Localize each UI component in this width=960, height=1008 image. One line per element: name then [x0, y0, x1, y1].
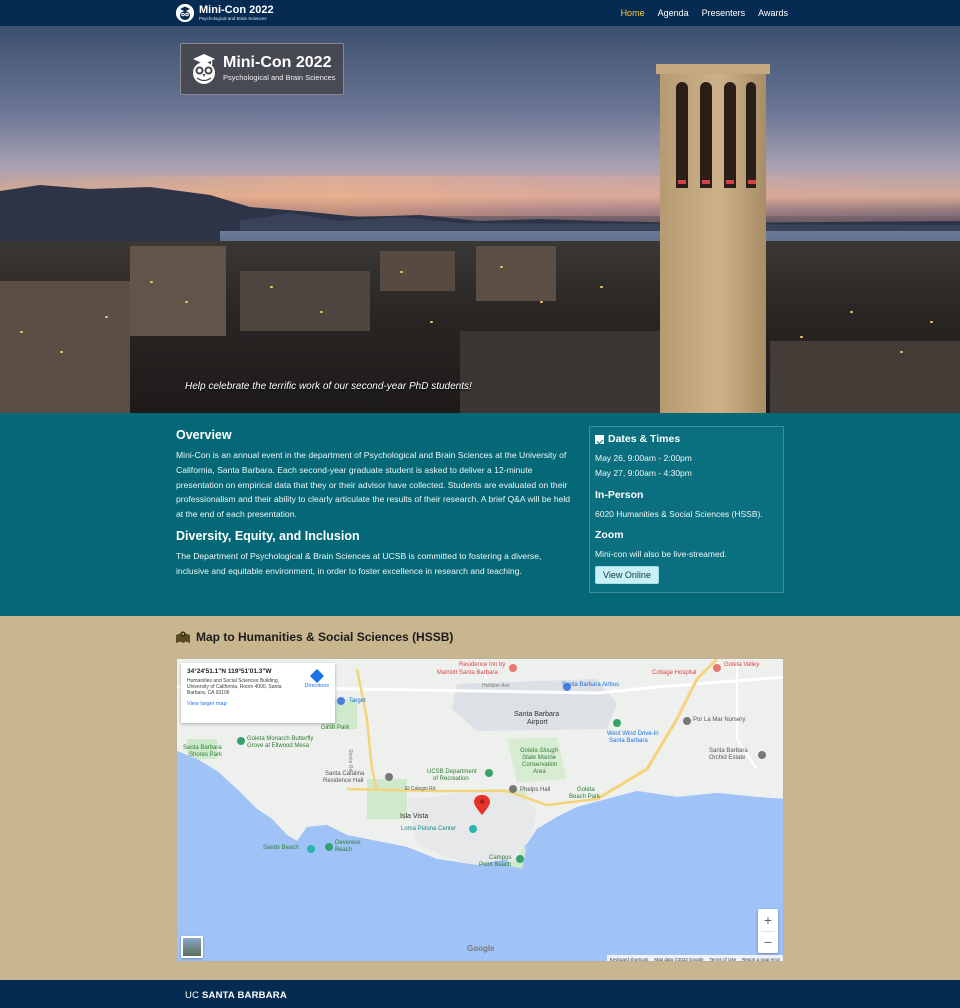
map-label: Devereux — [335, 840, 361, 846]
hero-logo: Mini-Con 2022 Psychological and Brain Sc… — [180, 43, 344, 95]
navbar-brand[interactable]: Mini-Con 2022 Psychological and Brain Sc… — [176, 3, 274, 23]
nav-link-awards[interactable]: Awards — [758, 8, 788, 18]
map-label: West Wind Drive-In — [607, 731, 659, 737]
hero-caption: Help celebrate the terrific work of our … — [185, 381, 472, 392]
nav-link-presenters[interactable]: Presenters — [702, 8, 746, 18]
map-label: Isla Vista — [400, 813, 429, 820]
report-error-link[interactable]: Report a map error — [742, 957, 780, 962]
overview-heading: Overview — [176, 428, 232, 442]
keyboard-shortcuts-link[interactable]: Keyboard shortcuts — [610, 957, 649, 962]
map-footer: Keyboard shortcuts Map data ©2022 Google… — [606, 955, 783, 962]
map-label: Beach Park — [569, 794, 601, 800]
dates-heading: Dates & Times — [608, 433, 681, 445]
map-label: Goleta — [577, 787, 595, 793]
directions-icon — [309, 668, 324, 684]
view-online-button[interactable]: View Online — [595, 566, 659, 585]
map-label: Goleta Valley — [724, 662, 760, 668]
map-label: Santa Barbara — [609, 738, 648, 744]
nav-link-agenda[interactable]: Agenda — [658, 8, 689, 18]
dei-heading: Diversity, Equity, and Inclusion — [176, 528, 360, 543]
map-label: Conservation — [522, 762, 558, 768]
inperson-heading: In-Person — [595, 488, 644, 501]
map-label: Marriott Santa Barbara — [437, 670, 498, 676]
map-label: Storke Rd — [347, 749, 353, 772]
page-footer: UC SANTA BARBARA — [0, 980, 960, 1008]
map-label: Residence Inn by — [459, 662, 506, 668]
map-label: Santa Barbara Airbus — [562, 682, 620, 688]
storke-tower — [656, 64, 770, 413]
overview-text: Mini-Con is an annual event in the depar… — [176, 450, 571, 520]
map-heading-text: Map to Humanities & Social Sciences (HSS… — [196, 630, 454, 644]
map-label: Point Beach — [479, 862, 512, 868]
hero-image: Mini-Con 2022 Psychological and Brain Sc… — [0, 26, 960, 413]
map-label: Santa Catalina — [325, 771, 365, 777]
map-label: Hollister Ave — [482, 683, 510, 689]
map-address: Humanities and Social Sciences Building,… — [187, 678, 282, 696]
date-day-1: May 26, 9:00am - 2:00pm — [595, 453, 692, 463]
map-label: El Colegio Rd — [405, 786, 436, 792]
map-label: Santa Barbara — [514, 711, 560, 718]
hero-city — [0, 241, 960, 413]
map-label: Orchid Estate — [709, 755, 746, 761]
zoom-text: Mini-con will also be live-streamed. — [595, 549, 727, 560]
terms-link[interactable]: Terms of Use — [709, 957, 736, 962]
nav-link-home[interactable]: Home — [621, 8, 645, 18]
map-label: Shores Park — [189, 752, 223, 758]
map-label: Goleta Monarch Butterfly — [247, 736, 314, 742]
zoom-out-button[interactable]: − — [758, 931, 778, 953]
brand-subtitle: Psychological and Brain Sciences — [199, 15, 267, 21]
map-label: Campus — [489, 855, 512, 861]
brand-title: Mini-Con 2022 — [199, 3, 274, 16]
map-label: State Marine — [522, 755, 557, 761]
top-navbar: Mini-Con 2022 Psychological and Brain Sc… — [0, 0, 960, 26]
zoom-in-button[interactable]: + — [758, 909, 778, 931]
map-label: Goleta Slough — [520, 748, 559, 754]
map-label: Beach — [335, 847, 353, 853]
map-label: Santa Barbara — [183, 745, 222, 751]
map-zoom-controls: + − — [758, 909, 778, 953]
map-label: Sands Beach — [263, 845, 299, 851]
map-label: Loma Pelona Center — [401, 826, 457, 832]
map-label: Girsh Park — [321, 725, 350, 731]
directions-button[interactable]: Directions — [305, 668, 329, 689]
map-label: Por La Mar Nursery — [693, 717, 746, 723]
map-label: Airport — [527, 719, 548, 726]
nav-links: Home Agenda Presenters Awards — [621, 0, 788, 26]
map-label: Cottage Hospital — [652, 670, 697, 676]
map-label: Residence Hall — [323, 778, 364, 784]
inperson-location: 6020 Humanities & Social Sciences (HSSB)… — [595, 508, 763, 519]
map-label: Area — [533, 769, 546, 775]
date-day-2: May 27, 9:00am - 4:30pm — [595, 467, 692, 478]
map-label: of Recreation — [433, 776, 469, 782]
hero-logo-subtitle: Psychological and Brain Sciences — [223, 73, 336, 82]
calendar-check-icon — [595, 434, 604, 444]
map-info-card: 34°24'51.1"N 119°51'01.3"W Humanities an… — [181, 663, 335, 723]
dei-text: The Department of Psychological & Brain … — [176, 550, 542, 576]
map-marked-icon — [176, 631, 190, 643]
owl-logo-icon — [176, 4, 194, 22]
map-label: Target — [349, 698, 366, 704]
map-data-text: Map data ©2022 Google — [654, 956, 704, 962]
ucsb-wordmark[interactable]: UC SANTA BARBARA — [185, 990, 287, 1001]
info-section: Overview Mini-Con is an annual event in … — [0, 413, 960, 616]
hero-logo-title: Mini-Con 2022 — [223, 54, 332, 71]
google-logo: Google — [467, 944, 495, 953]
dates-sidebar: Dates & Times May 26, 9:00am - 2:00pm Ma… — [589, 426, 784, 593]
map-label: UCSB Department — [427, 769, 477, 775]
view-larger-map-link[interactable]: View larger map — [187, 701, 329, 707]
map-label: Santa Barbara — [709, 748, 748, 754]
google-map[interactable]: Residence Inn by Marriott Santa Barbara … — [176, 658, 784, 962]
map-layer-toggle[interactable] — [181, 936, 203, 958]
info-main-column: Overview Mini-Con is an annual event in … — [176, 428, 571, 586]
map-label: Phelps Hall — [520, 787, 551, 793]
map-heading: Map to Humanities & Social Sciences (HSS… — [176, 630, 453, 644]
map-label: Grove at Ellwood Mesa — [247, 743, 310, 749]
zoom-heading: Zoom — [595, 529, 624, 542]
owl-mascot-icon — [193, 54, 215, 84]
